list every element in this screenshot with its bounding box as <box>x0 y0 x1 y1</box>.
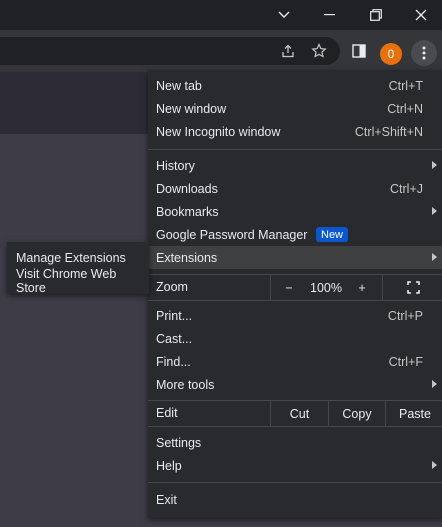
zoom-divider <box>270 275 271 300</box>
zoom-row: Zoom − 100% + <box>148 275 442 300</box>
menu-divider <box>148 482 442 483</box>
shortcut-text: Ctrl+N <box>387 101 423 116</box>
submenu-item-label: Manage Extensions <box>16 250 126 265</box>
menu-item-password-manager[interactable]: Google Password Manager New <box>148 223 442 246</box>
menu-item-new-incognito-window[interactable]: New Incognito window Ctrl+Shift+N <box>148 120 442 143</box>
kebab-menu-icon[interactable] <box>411 40 437 66</box>
menu-item-help[interactable]: Help <box>148 454 442 477</box>
minimize-icon[interactable] <box>307 0 353 30</box>
menu-item-new-window[interactable]: New window Ctrl+N <box>148 97 442 120</box>
copy-button[interactable]: Copy <box>329 401 385 426</box>
menu-item-label: New tab <box>156 78 202 93</box>
menu-divider <box>148 426 442 427</box>
menu-item-label: Exit <box>156 492 177 507</box>
submenu-arrow-icon <box>432 380 437 388</box>
menu-item-label: Help <box>156 458 182 473</box>
menu-item-find[interactable]: Find... Ctrl+F <box>148 350 442 373</box>
bookmark-star-icon[interactable] <box>307 39 331 63</box>
submenu-arrow-icon <box>432 253 437 261</box>
menu-item-cast[interactable]: Cast... <box>148 327 442 350</box>
toolbar: 0 <box>0 30 442 72</box>
submenu-arrow-icon <box>432 207 437 215</box>
menu-item-label: Bookmarks <box>156 204 219 219</box>
submenu-arrow-icon <box>432 461 437 469</box>
menu-item-downloads[interactable]: Downloads Ctrl+J <box>148 177 442 200</box>
edit-row: Edit Cut Copy Paste <box>148 401 442 426</box>
menu-item-more-tools[interactable]: More tools <box>148 373 442 396</box>
zoom-divider <box>382 275 383 300</box>
menu-item-new-tab[interactable]: New tab Ctrl+T <box>148 74 442 97</box>
menu-item-extensions[interactable]: Extensions <box>148 246 442 269</box>
paste-button[interactable]: Paste <box>386 401 442 426</box>
menu-item-label: More tools <box>156 377 215 392</box>
shortcut-text: Ctrl+F <box>388 354 423 369</box>
menu-divider <box>148 149 442 150</box>
menu-item-label: Downloads <box>156 181 218 196</box>
cut-button[interactable]: Cut <box>271 401 328 426</box>
menu-item-label: New Incognito window <box>156 124 281 139</box>
menu-divider <box>148 300 442 301</box>
menu-item-label: Extensions <box>156 250 218 265</box>
extensions-submenu: Manage Extensions Visit Chrome Web Store <box>7 242 149 295</box>
menu-item-label: New window <box>156 101 227 116</box>
menu-item-exit[interactable]: Exit <box>148 488 442 511</box>
menu-item-settings[interactable]: Settings <box>148 431 442 454</box>
restore-icon[interactable] <box>353 0 399 30</box>
zoom-level-value: 100% <box>310 280 342 295</box>
zoom-out-button[interactable]: − <box>278 275 300 300</box>
menu-item-label: Google Password Manager <box>156 227 308 242</box>
menu-item-print[interactable]: Print... Ctrl+P <box>148 304 442 327</box>
edit-label: Edit <box>156 406 178 420</box>
profile-avatar[interactable]: 0 <box>380 43 402 65</box>
menu-item-history[interactable]: History <box>148 154 442 177</box>
title-bar <box>0 0 442 30</box>
menu-item-bookmarks[interactable]: Bookmarks <box>148 200 442 223</box>
shortcut-text: Ctrl+P <box>387 308 423 323</box>
menu-item-label: Find... <box>156 354 191 369</box>
shortcut-text: Ctrl+J <box>390 181 423 196</box>
menu-item-label: Print... <box>156 308 193 323</box>
chrome-menu: New tab Ctrl+T New window Ctrl+N New Inc… <box>148 70 442 518</box>
tab-search-chevron-down-icon[interactable] <box>261 0 307 30</box>
zoom-in-button[interactable]: + <box>352 275 372 300</box>
menu-item-label: Settings <box>156 435 202 450</box>
close-icon[interactable] <box>398 0 442 30</box>
zoom-label: Zoom <box>156 280 188 294</box>
submenu-item-label: Visit Chrome Web Store <box>16 266 117 295</box>
menu-item-label: Cast... <box>156 331 193 346</box>
side-panel-icon[interactable] <box>347 39 371 63</box>
fullscreen-icon[interactable] <box>398 275 428 300</box>
shortcut-text: Ctrl+Shift+N <box>354 124 423 139</box>
share-icon[interactable] <box>276 39 300 63</box>
shortcut-text: Ctrl+T <box>388 78 423 93</box>
new-badge: New <box>316 227 349 242</box>
submenu-item-visit-chrome-web-store[interactable]: Visit Chrome Web Store <box>7 266 149 295</box>
submenu-arrow-icon <box>432 161 437 169</box>
menu-item-label: History <box>156 158 195 173</box>
